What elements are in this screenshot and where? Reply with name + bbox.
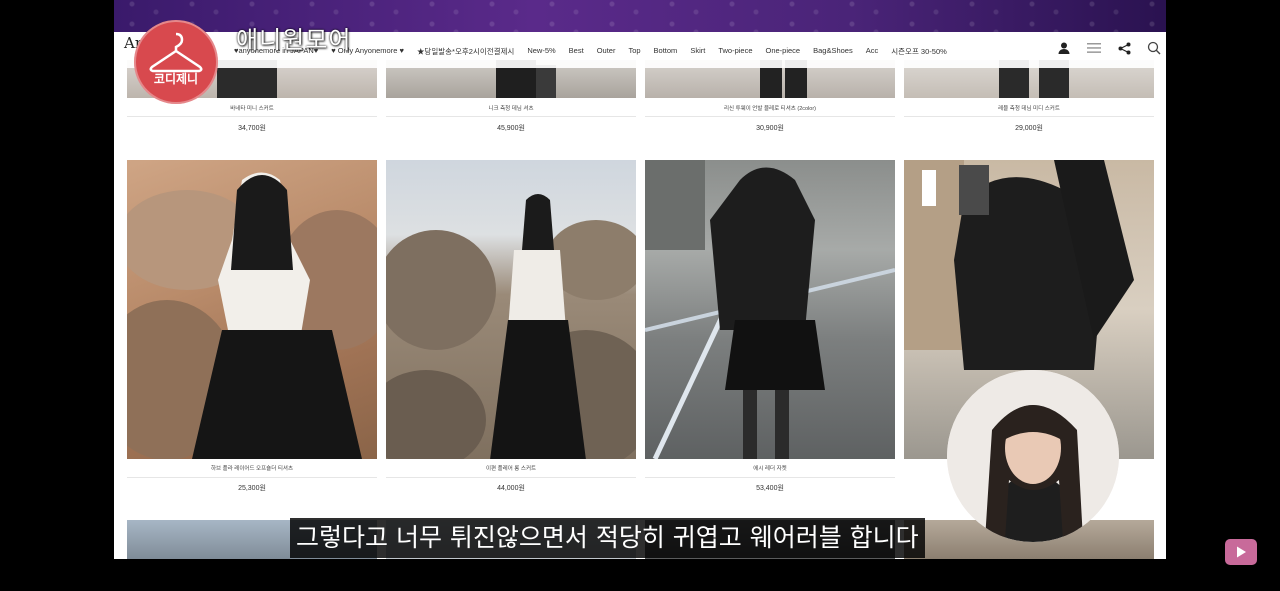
overlay-title: 애니원모어: [236, 26, 352, 54]
product-image[interactable]: [645, 160, 895, 459]
product-price: 44,000원: [497, 485, 525, 492]
product-image[interactable]: [386, 160, 636, 459]
hanger-icon: [149, 32, 203, 73]
product-name[interactable]: 이편 플레어 롱 스커트: [386, 464, 636, 472]
play-icon: [1237, 546, 1246, 558]
divider: [127, 116, 377, 117]
product-price: 53,400원: [756, 485, 784, 492]
share-icon[interactable]: [1116, 40, 1132, 56]
product-price: 29,000원: [1015, 125, 1043, 132]
nav-item[interactable]: Bag&Shoes: [813, 46, 853, 57]
facecam-circle: [947, 370, 1119, 542]
product-price: 34,700원: [238, 125, 266, 132]
product-name[interactable]: 바네타 미니 스커트: [127, 104, 377, 112]
divider: [127, 477, 377, 478]
divider: [904, 116, 1154, 117]
search-icon[interactable]: [1146, 40, 1162, 56]
product-name[interactable]: 레블 측청 데님 미디 스커트: [904, 104, 1154, 112]
nav-item[interactable]: One-piece: [766, 46, 801, 57]
nav-item[interactable]: 시즌오프 30-50%: [891, 46, 947, 57]
divider: [386, 116, 636, 117]
nav-item[interactable]: Top: [628, 46, 640, 57]
play-button[interactable]: [1225, 539, 1257, 565]
product-price: 45,900원: [497, 125, 525, 132]
nav-icons: [1056, 40, 1162, 56]
product-image[interactable]: [127, 160, 377, 459]
nav-item[interactable]: Two-piece: [718, 46, 752, 57]
user-icon[interactable]: [1056, 40, 1072, 56]
divider: [386, 477, 636, 478]
product-name[interactable]: 리신 투웨이 언발 블레로 티셔츠 (2color): [645, 104, 895, 112]
product-name[interactable]: 에시 레더 자켓: [645, 464, 895, 472]
video-frame: 바네타 미니 스커트 34,700원 니크 측청 데님 셔츠 45,900원 리…: [114, 0, 1166, 559]
product-price: 30,900원: [756, 125, 784, 132]
channel-badge: 코디제니: [134, 20, 218, 104]
nav-item[interactable]: New-5%: [527, 46, 555, 57]
nav-item[interactable]: Outer: [597, 46, 616, 57]
divider: [645, 477, 895, 478]
product-price: 25,300원: [238, 485, 266, 492]
nav-item[interactable]: Acc: [866, 46, 879, 57]
nav-item[interactable]: Skirt: [690, 46, 705, 57]
product-name[interactable]: 니크 측청 데님 셔츠: [386, 104, 636, 112]
menu-icon[interactable]: [1086, 40, 1102, 56]
nav-item[interactable]: Bottom: [654, 46, 678, 57]
nav-item[interactable]: ★당일발송*오후2시이전결제시: [417, 46, 514, 57]
caption-subtitle: 그렇다고 너무 튀진않으면서 적당히 귀엽고 웨어러블 합니다: [290, 518, 925, 558]
product-name[interactable]: 하브 플라 레이어드 오프숄더 티셔츠: [127, 464, 377, 472]
badge-text: 코디제니: [153, 72, 199, 86]
nav-item[interactable]: Best: [569, 46, 584, 57]
divider: [645, 116, 895, 117]
